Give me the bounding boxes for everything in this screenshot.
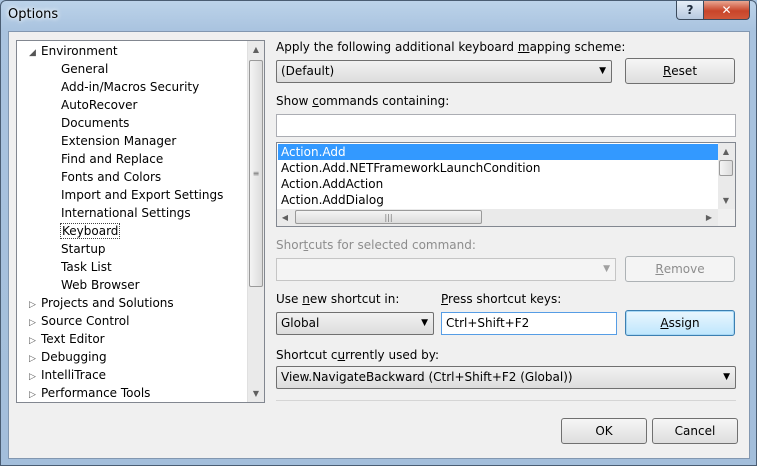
- commands-vertical-scrollbar[interactable]: ▲ ▼: [718, 143, 735, 209]
- tree-item[interactable]: Find and Replace: [61, 150, 163, 168]
- shortcuts-dropdown[interactable]: ▼: [276, 258, 616, 281]
- tree-item-label: International Settings: [61, 206, 191, 220]
- chevron-down-icon: ▼: [723, 372, 730, 382]
- tree-item-label: Find and Replace: [61, 152, 164, 166]
- grip-icon: ≡: [252, 169, 260, 178]
- cancel-button[interactable]: Cancel: [652, 418, 738, 444]
- tree-item-label: IntelliTrace: [41, 368, 107, 382]
- command-list-item[interactable]: Action.AddDialog: [278, 192, 718, 208]
- tree-item[interactable]: ▷ IntelliTrace: [29, 366, 106, 384]
- expanded-arrow-icon[interactable]: ◢: [29, 44, 41, 62]
- mapping-scheme-value: (Default): [281, 64, 335, 78]
- shortcut-used-by-label: Shortcut currently used by:: [276, 348, 440, 362]
- tree-scroll-thumb[interactable]: ≡: [249, 60, 263, 287]
- tree-item[interactable]: Startup: [61, 240, 106, 258]
- use-new-shortcut-label: Use new shortcut in:: [276, 292, 400, 306]
- close-button[interactable]: ✕: [703, 1, 750, 20]
- command-list-item[interactable]: Action.Add: [278, 144, 718, 160]
- tree-item[interactable]: Documents: [61, 114, 129, 132]
- separator: [276, 400, 736, 401]
- commands-hscroll-thumb[interactable]: |||: [295, 210, 482, 224]
- tree-item-label: Text Editor: [41, 332, 105, 346]
- chevron-down-icon: ▼: [603, 264, 610, 274]
- tree-item[interactable]: International Settings: [61, 204, 191, 222]
- options-dialog: Options ? ✕ ◢ Environment General Add-in/Ma…: [0, 0, 757, 466]
- tree-item[interactable]: General: [61, 60, 108, 78]
- chevron-down-icon: ▼: [421, 318, 428, 328]
- options-tree[interactable]: ◢ Environment General Add-in/Macros Securit…: [16, 40, 265, 403]
- shortcut-used-by-value: View.NavigateBackward (Ctrl+Shift+F2 (Gl…: [281, 370, 573, 384]
- tree-item[interactable]: ◢ Environment: [29, 42, 118, 60]
- tree-item[interactable]: Fonts and Colors: [61, 168, 161, 186]
- tree-item-label: General: [61, 62, 109, 76]
- command-filter-input[interactable]: [276, 114, 736, 137]
- tree-item-label: Extension Manager: [61, 134, 177, 148]
- collapsed-arrow-icon[interactable]: ▷: [29, 386, 41, 402]
- tree-item-label: Add-in/Macros Security: [61, 80, 200, 94]
- shortcut-scope-dropdown[interactable]: Global ▼: [276, 312, 434, 335]
- scroll-up-icon[interactable]: ▲: [718, 143, 734, 160]
- commands-horizontal-scrollbar[interactable]: ◀ ||| ▶: [277, 209, 719, 226]
- tree-item[interactable]: ▷ Source Control: [29, 312, 129, 330]
- mapping-scheme-dropdown[interactable]: (Default) ▼: [276, 60, 612, 83]
- help-icon: ?: [686, 3, 694, 17]
- tree-item[interactable]: Keyboard: [59, 222, 121, 240]
- show-commands-label: Show commands containing:: [276, 94, 450, 108]
- assign-button[interactable]: Assign: [625, 310, 735, 336]
- tree-item-label: Performance Tools: [41, 386, 151, 400]
- tree-item-label: Source Control: [41, 314, 130, 328]
- shortcuts-selected-label: Shortcuts for selected command:: [276, 238, 476, 252]
- command-list-item[interactable]: Action.AddAction: [278, 176, 718, 192]
- chevron-down-icon: ▼: [599, 66, 606, 76]
- tree-item-label: Fonts and Colors: [61, 170, 162, 184]
- tree-item[interactable]: ▷ Projects and Solutions: [29, 294, 174, 312]
- shortcut-keys-input[interactable]: Ctrl+Shift+F2: [441, 312, 617, 335]
- window-title: Options: [8, 7, 59, 22]
- press-shortcut-label: Press shortcut keys:: [441, 292, 562, 306]
- scrollbar-corner: [718, 209, 735, 226]
- tree-item-label: Keyboard: [59, 223, 121, 239]
- tree-item[interactable]: Extension Manager: [61, 132, 176, 150]
- remove-button[interactable]: Remove: [625, 256, 735, 282]
- scroll-down-icon[interactable]: ▼: [718, 192, 734, 209]
- tree-item[interactable]: ▷ Performance Tools: [29, 384, 150, 402]
- commands-list[interactable]: Action.Add Action.Add.NETFrameworkLaunchC…: [276, 142, 736, 227]
- tree-item-label: Web Browser: [61, 278, 140, 292]
- commands-scroll-thumb[interactable]: [719, 160, 733, 176]
- tree-item[interactable]: Web Browser: [61, 276, 140, 294]
- tree-item[interactable]: ▷ Debugging: [29, 348, 107, 366]
- mapping-scheme-label: Apply the following additional keyboard …: [276, 40, 626, 54]
- tree-item[interactable]: AutoRecover: [61, 96, 137, 114]
- ok-button[interactable]: OK: [561, 418, 647, 444]
- tree-item-label: Task List: [61, 260, 112, 274]
- help-button[interactable]: ?: [676, 1, 704, 20]
- tree-item-label: Environment: [41, 44, 118, 58]
- command-list-item[interactable]: Action.Add.NETFrameworkLaunchCondition: [278, 160, 718, 176]
- tree-item-label: Import and Export Settings: [61, 188, 224, 202]
- shortcut-used-by-dropdown[interactable]: View.NavigateBackward (Ctrl+Shift+F2 (Gl…: [276, 366, 736, 389]
- title-bar: Options ? ✕: [1, 1, 756, 31]
- tree-item-label: Documents: [61, 116, 130, 130]
- grip-icon: |||: [384, 212, 393, 222]
- scroll-left-icon[interactable]: ◀: [277, 209, 293, 226]
- scroll-up-icon[interactable]: ▲: [248, 41, 264, 58]
- tree-item-label: Projects and Solutions: [41, 296, 174, 310]
- tree-item[interactable]: Task List: [61, 258, 112, 276]
- reset-button[interactable]: Reset: [625, 58, 735, 84]
- tree-item[interactable]: Add-in/Macros Security: [61, 78, 199, 96]
- tree-item[interactable]: ▷ Text Editor: [29, 330, 105, 348]
- tree-vertical-scrollbar[interactable]: ▲ ≡ ▼: [247, 41, 264, 402]
- dialog-client-area: ◢ Environment General Add-in/Macros Securit…: [8, 31, 750, 459]
- tree-item-label: Startup: [61, 242, 106, 256]
- tree-item[interactable]: Import and Export Settings: [61, 186, 223, 204]
- scroll-right-icon[interactable]: ▶: [701, 209, 717, 226]
- scroll-down-icon[interactable]: ▼: [248, 385, 264, 402]
- tree-item-label: Debugging: [41, 350, 107, 364]
- close-icon: ✕: [721, 3, 732, 17]
- shortcut-scope-value: Global: [281, 316, 320, 330]
- tree-item-label: AutoRecover: [61, 98, 138, 112]
